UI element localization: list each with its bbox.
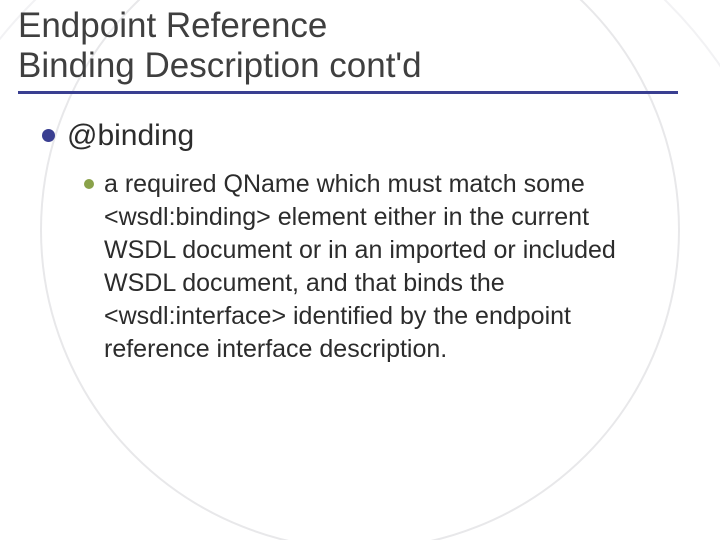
slide-title: Endpoint Reference Binding Description c…: [18, 0, 678, 94]
bullet-level-2: a required QName which must match some <…: [84, 168, 662, 366]
bullet-level-1: @binding: [42, 118, 662, 154]
bullet-level-2-text: a required QName which must match some <…: [104, 168, 662, 366]
bullet-level-1-text: @binding: [67, 118, 194, 154]
slide: Endpoint Reference Binding Description c…: [0, 0, 720, 540]
title-line-2: Binding Description cont'd: [18, 46, 678, 86]
bullet-dot-icon: [84, 179, 94, 189]
title-line-1: Endpoint Reference: [18, 6, 678, 46]
slide-content: @binding a required QName which must mat…: [42, 118, 662, 366]
bullet-dot-icon: [42, 129, 55, 142]
